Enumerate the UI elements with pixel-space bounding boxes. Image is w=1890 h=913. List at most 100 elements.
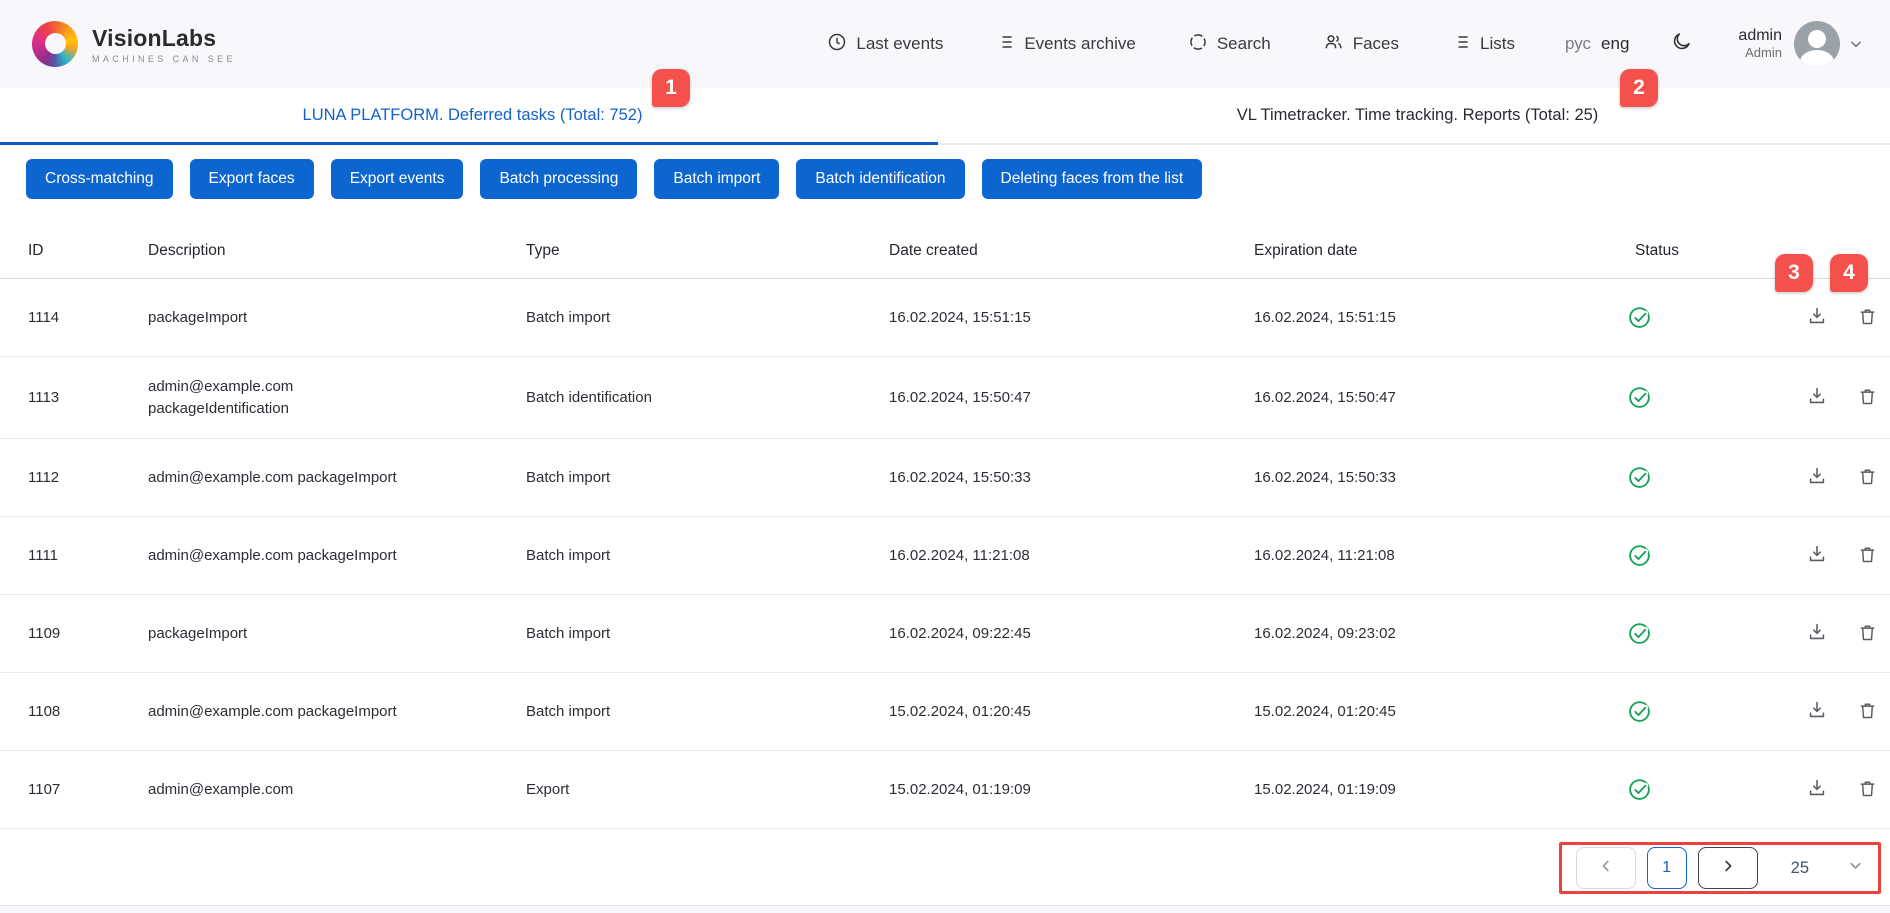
table-header-row: ID Description Type Date created Expirat… (0, 223, 1890, 279)
cell-type: Export (526, 781, 889, 798)
table-row: 1109 packageImport Batch import 16.02.20… (0, 595, 1890, 673)
cell-id: 1108 (28, 703, 148, 720)
nav-search[interactable]: Search (1188, 32, 1271, 57)
cell-id: 1109 (28, 625, 148, 642)
batch-identification-button[interactable]: Batch identification (796, 159, 964, 199)
page-size-select[interactable]: 25 (1791, 857, 1864, 879)
download-button[interactable] (1789, 305, 1844, 330)
delete-button[interactable] (1844, 306, 1890, 330)
cell-description: packageImport (148, 307, 526, 329)
batch-processing-button[interactable]: Batch processing (480, 159, 637, 199)
deferred-tasks-table: ID Description Type Date created Expirat… (0, 223, 1890, 913)
lang-rus-button[interactable]: рус (1565, 34, 1591, 54)
nav-lists[interactable]: Lists (1451, 32, 1515, 57)
top-navigation: Last events Events archive Search Faces … (775, 21, 1864, 67)
delete-button[interactable] (1844, 386, 1890, 410)
download-button[interactable] (1789, 543, 1844, 568)
avatar[interactable] (1794, 21, 1840, 67)
pagination-bar: 1 25 (0, 829, 1890, 906)
nav-events-archive[interactable]: Events archive (995, 32, 1136, 57)
status-success-icon (1619, 385, 1789, 410)
cell-date-created: 16.02.2024, 15:50:33 (889, 469, 1254, 486)
cell-type: Batch import (526, 703, 889, 720)
tab-vl-timetracker-reports[interactable]: VL Timetracker. Time tracking. Reports (… (945, 88, 1890, 143)
cell-id: 1112 (28, 469, 148, 486)
cell-id: 1114 (28, 309, 148, 326)
download-button[interactable] (1789, 465, 1844, 490)
trash-icon (1857, 622, 1878, 646)
list-icon (1451, 32, 1471, 57)
delete-button[interactable] (1844, 622, 1890, 646)
cell-description: admin@example.com packageImport (148, 467, 526, 489)
lang-eng-button[interactable]: eng (1601, 34, 1629, 54)
tab-luna-deferred-tasks[interactable]: LUNA PLATFORM. Deferred tasks (Total: 75… (0, 88, 945, 143)
annotation-badge-1: 1 (652, 69, 690, 107)
user-info: admin Admin (1738, 27, 1782, 60)
cell-expiration-date: 16.02.2024, 11:21:08 (1254, 547, 1619, 564)
next-page-button[interactable] (1698, 847, 1758, 889)
download-icon (1806, 699, 1828, 724)
brand-name: VisionLabs (92, 25, 236, 52)
tab-bar: LUNA PLATFORM. Deferred tasks (Total: 75… (0, 88, 1890, 145)
active-tab-indicator (0, 142, 938, 145)
page-number-button[interactable]: 1 (1647, 847, 1687, 889)
cell-expiration-date: 16.02.2024, 15:51:15 (1254, 309, 1619, 326)
trash-icon (1857, 778, 1878, 802)
column-header-id: ID (28, 242, 148, 260)
trash-icon (1857, 306, 1878, 330)
chevron-down-icon (1847, 857, 1864, 879)
delete-button[interactable] (1844, 544, 1890, 568)
clock-icon (827, 32, 847, 57)
download-button[interactable] (1789, 777, 1844, 802)
cross-matching-button[interactable]: Cross-matching (26, 159, 173, 199)
moon-icon (1671, 31, 1692, 57)
chevron-down-icon[interactable] (1848, 36, 1864, 52)
column-header-description: Description (148, 242, 526, 260)
download-icon (1806, 621, 1828, 646)
deleting-faces-button[interactable]: Deleting faces from the list (982, 159, 1203, 199)
export-events-button[interactable]: Export events (331, 159, 464, 199)
download-icon (1806, 305, 1828, 330)
cell-id: 1111 (28, 547, 148, 564)
download-button[interactable] (1789, 621, 1844, 646)
chevron-left-icon (1597, 857, 1615, 880)
cell-expiration-date: 15.02.2024, 01:20:45 (1254, 703, 1619, 720)
visionlabs-logo-icon (32, 21, 78, 67)
delete-button[interactable] (1844, 700, 1890, 724)
nav-last-events[interactable]: Last events (827, 32, 943, 57)
column-header-status: Status (1619, 242, 1789, 260)
column-header-type: Type (526, 242, 889, 260)
cell-type: Batch import (526, 469, 889, 486)
cell-date-created: 16.02.2024, 15:51:15 (889, 309, 1254, 326)
download-icon (1806, 465, 1828, 490)
user-name: admin (1738, 27, 1782, 45)
page-bottom-strip (0, 906, 1890, 913)
trash-icon (1857, 544, 1878, 568)
cell-date-created: 16.02.2024, 11:21:08 (889, 547, 1254, 564)
language-switcher: рус eng (1565, 34, 1629, 54)
delete-button[interactable] (1844, 466, 1890, 490)
annotation-badge-3: 3 (1775, 254, 1813, 292)
cell-date-created: 15.02.2024, 01:19:09 (889, 781, 1254, 798)
nav-faces[interactable]: Faces (1323, 32, 1399, 57)
download-button[interactable] (1789, 699, 1844, 724)
previous-page-button[interactable] (1576, 847, 1636, 889)
batch-import-button[interactable]: Batch import (654, 159, 779, 199)
cell-description: admin@example.com packageImport (148, 701, 526, 723)
cell-id: 1107 (28, 781, 148, 798)
brand-tagline: MACHINES CAN SEE (92, 54, 236, 64)
delete-button[interactable] (1844, 778, 1890, 802)
status-success-icon (1619, 699, 1789, 724)
table-row: 1107 admin@example.com Export 15.02.2024… (0, 751, 1890, 829)
table-row: 1108 admin@example.com packageImport Bat… (0, 673, 1890, 751)
chevron-right-icon (1719, 857, 1737, 880)
list-icon (995, 32, 1015, 57)
dark-mode-toggle[interactable] (1671, 31, 1692, 57)
trash-icon (1857, 386, 1878, 410)
status-success-icon (1619, 305, 1789, 330)
cell-id: 1113 (28, 389, 148, 406)
column-header-expiration-date: Expiration date (1254, 242, 1619, 260)
table-row: 1114 packageImport Batch import 16.02.20… (0, 279, 1890, 357)
export-faces-button[interactable]: Export faces (190, 159, 314, 199)
download-button[interactable] (1789, 385, 1844, 410)
